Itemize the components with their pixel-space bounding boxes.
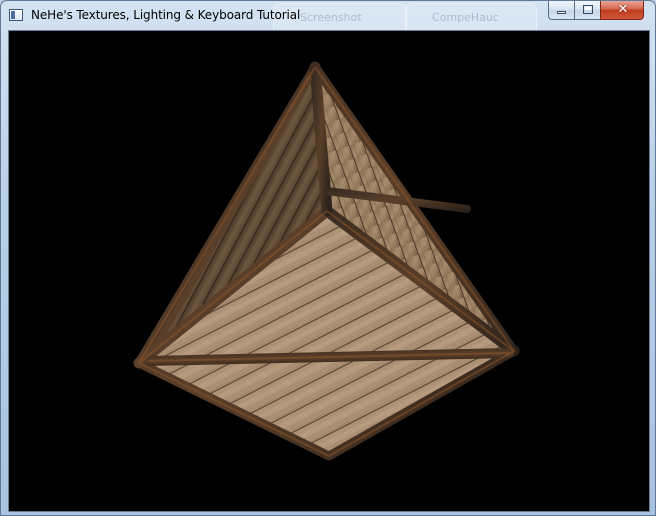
maximize-icon xyxy=(583,5,593,14)
ghost-tab-label: Screenshot xyxy=(300,11,362,24)
minimize-icon xyxy=(557,11,566,14)
ghost-tab-label: CompeHauc xyxy=(432,11,499,24)
title-bar[interactable]: Screenshot CompeHauc NeHe's Textures, Li… xyxy=(1,1,655,30)
window-title: NeHe's Textures, Lighting & Keyboard Tut… xyxy=(31,8,301,22)
maximize-button[interactable] xyxy=(574,1,600,20)
close-button[interactable]: ✕ xyxy=(600,1,644,20)
close-icon: ✕ xyxy=(617,2,629,17)
minimize-button[interactable] xyxy=(548,1,574,20)
background-ghost-tab: CompeHauc xyxy=(405,3,537,30)
crate-scene xyxy=(133,61,520,461)
shade-front xyxy=(139,211,514,456)
app-window: Screenshot CompeHauc NeHe's Textures, Li… xyxy=(0,0,656,516)
opengl-viewport[interactable] xyxy=(8,30,650,512)
caption-buttons: ✕ xyxy=(548,1,644,21)
window-app-icon[interactable] xyxy=(9,9,23,21)
